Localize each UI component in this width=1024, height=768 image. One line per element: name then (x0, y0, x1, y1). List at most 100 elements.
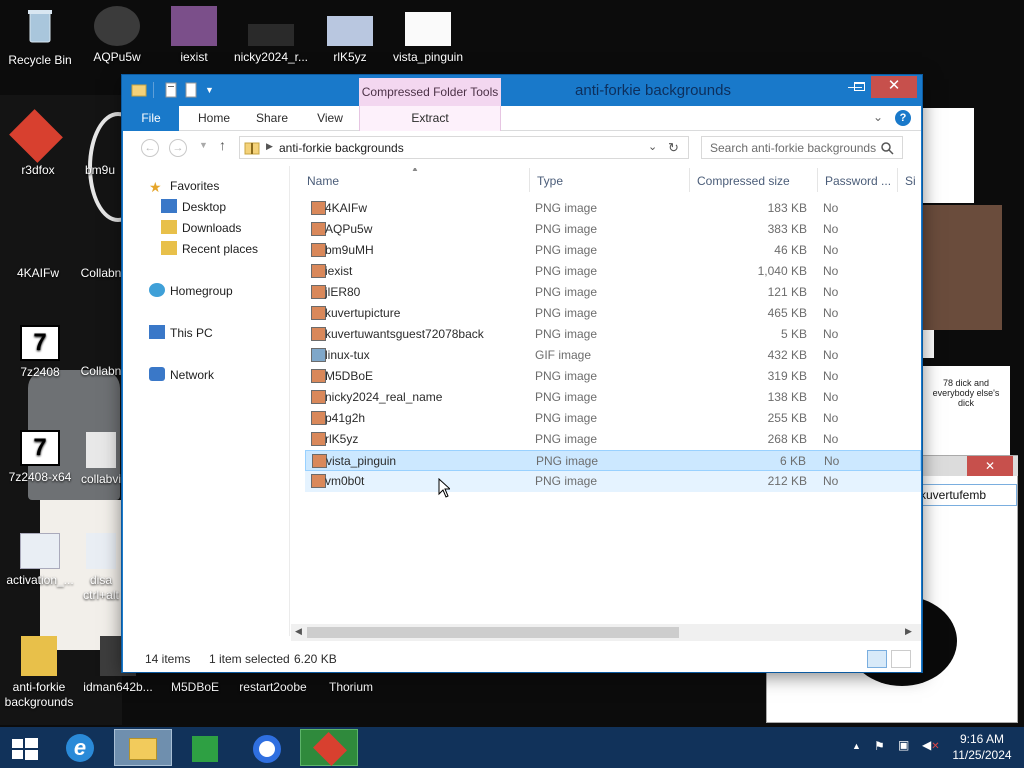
desktop-icon-4kaifw[interactable]: 4KAIFw (0, 250, 78, 281)
file-row[interactable]: AQPu5w PNG image 383 KB No (305, 219, 921, 240)
file-row[interactable]: p41g2h PNG image 255 KB No (305, 408, 921, 429)
column-header-more[interactable]: Si (905, 174, 916, 188)
explorer-window[interactable]: ▼ Compressed Folder Tools anti-forkie ba… (122, 75, 922, 672)
start-button[interactable] (0, 729, 58, 766)
taskbar-internet-explorer[interactable]: e (52, 729, 110, 766)
scroll-right-icon[interactable]: ▶ (905, 626, 912, 637)
nav-this-pc[interactable]: This PC (149, 323, 213, 343)
background-window-close[interactable]: ✕ (967, 456, 1013, 476)
help-icon[interactable]: ? (895, 110, 911, 126)
column-header-name[interactable]: Name (307, 174, 339, 188)
network-status-icon[interactable]: ▣ (898, 738, 909, 752)
horizontal-scrollbar[interactable]: ◀ ▶ (291, 624, 921, 641)
desktop-icon-collabvi[interactable]: collabvi (80, 432, 122, 487)
desktop-icon-recycle-bin[interactable]: Recycle Bin (0, 6, 80, 68)
ribbon-tabs: File Home Share View Extract ⌄ ? (123, 106, 921, 131)
customize-qa-chevron-icon[interactable]: ▼ (205, 82, 221, 98)
desktop-icon-collabn[interactable]: Collabn (80, 250, 122, 281)
desktop-icon-label: Collabn (80, 266, 122, 280)
recent-locations-chevron-icon[interactable]: ▼ (199, 140, 208, 150)
nav-label: Favorites (170, 179, 220, 193)
column-divider[interactable] (897, 168, 898, 192)
file-row[interactable]: M5DBoE PNG image 319 KB No (305, 366, 921, 387)
desktop-icon-label: disa (89, 573, 112, 587)
file-password: No (823, 243, 839, 257)
large-icons-view-icon[interactable] (891, 650, 911, 668)
tab-home[interactable]: Home (189, 106, 239, 131)
settings-gear-icon (20, 533, 60, 569)
nav-downloads[interactable]: Downloads (161, 218, 241, 238)
desktop-icon-7z2408-x64[interactable]: 7 7z2408-x64 (0, 430, 80, 485)
volume-muted-icon[interactable]: ◀✕ (922, 738, 940, 752)
file-row[interactable]: jlER80 PNG image 121 KB No (305, 282, 921, 303)
properties-icon[interactable] (163, 82, 179, 98)
taskbar-browser[interactable] (238, 729, 296, 766)
taskbar-store[interactable] (176, 729, 234, 766)
nav-recent-places[interactable]: Recent places (161, 239, 258, 259)
file-row[interactable]: vm0b0t PNG image 212 KB No (305, 471, 921, 492)
homegroup-icon (149, 283, 165, 297)
file-row[interactable]: rlK5yz PNG image 268 KB No (305, 429, 921, 450)
tab-share[interactable]: Share (247, 106, 297, 131)
scrollbar-thumb[interactable] (307, 627, 679, 638)
address-dropdown-chevron-icon[interactable]: ⌄ (648, 140, 657, 153)
desktop-icon-anti-forkie[interactable]: anti-forkie backgrounds (0, 636, 78, 710)
search-input[interactable]: Search anti-forkie backgrounds (701, 136, 903, 159)
tab-extract[interactable]: Extract (359, 106, 501, 131)
desktop-icon-r3dfox[interactable]: r3dfox (0, 145, 78, 178)
column-divider[interactable] (817, 168, 818, 192)
png-image-file-icon (311, 222, 326, 236)
action-center-flag-icon[interactable]: ⚑ (874, 739, 885, 753)
column-header-password[interactable]: Password ... (825, 174, 891, 188)
background-window-field[interactable]: kuvertufemb (917, 484, 1017, 506)
expand-ribbon-chevron-icon[interactable]: ⌄ (873, 110, 883, 124)
desktop-icon-disa[interactable]: disa ctrl+alt (80, 533, 122, 603)
breadcrumb[interactable]: anti-forkie backgrounds (279, 141, 404, 155)
clock[interactable]: 9:16 AM 11/25/2024 (952, 732, 1012, 762)
new-folder-icon[interactable] (183, 82, 199, 98)
desktop-icon-iexist[interactable]: iexist (154, 6, 234, 65)
desktop-icon-bm9u[interactable]: bm9u (78, 145, 122, 178)
column-header-type[interactable]: Type (537, 174, 563, 188)
file-row[interactable]: kuvertuwantsguest72078back PNG image 5 KB N… (305, 324, 921, 345)
taskbar-r3dfox[interactable] (300, 729, 358, 766)
file-row[interactable]: bm9uMH PNG image 46 KB No (305, 240, 921, 261)
tab-view[interactable]: View (305, 106, 355, 131)
forward-button[interactable]: → (169, 139, 187, 157)
window-titlebar[interactable]: ▼ Compressed Folder Tools anti-forkie ba… (123, 76, 921, 106)
taskbar-file-explorer[interactable] (114, 729, 172, 766)
nav-desktop[interactable]: Desktop (161, 197, 226, 217)
file-row[interactable]: iexist PNG image 1,040 KB No (305, 261, 921, 282)
file-row[interactable]: kuvertupicture PNG image 465 KB No (305, 303, 921, 324)
column-divider[interactable] (689, 168, 690, 192)
column-divider[interactable] (529, 168, 530, 192)
desktop-icon-aqpu5w[interactable]: AQPu5w (77, 6, 157, 65)
desktop-icon-rlk5yz[interactable]: rlK5yz (310, 6, 390, 65)
desktop-icon-collabn-2[interactable]: Collabn (80, 350, 122, 379)
nav-favorites[interactable]: ★ Favorites (149, 176, 289, 196)
nav-network[interactable]: Network (149, 365, 214, 385)
nav-homegroup[interactable]: Homegroup (149, 281, 233, 301)
desktop-icon-activation[interactable]: activation_... (0, 533, 80, 588)
tab-file[interactable]: File (123, 106, 179, 131)
refresh-icon[interactable]: ↻ (668, 140, 679, 156)
show-hidden-icons-chevron-icon[interactable]: ▲ (852, 741, 861, 751)
desktop-icon-nicky2024[interactable]: nicky2024_r... (231, 6, 311, 65)
file-row[interactable]: vista_pinguin PNG image 6 KB No (305, 450, 921, 471)
back-button[interactable]: ← (141, 139, 159, 157)
up-button[interactable]: ↑ (219, 137, 226, 153)
file-type: PNG image (535, 243, 598, 257)
file-row[interactable]: nicky2024_real_name PNG image 138 KB No (305, 387, 921, 408)
pane-splitter[interactable] (289, 166, 290, 636)
details-view-icon[interactable] (867, 650, 887, 668)
file-row[interactable]: 4KAIFw PNG image 183 KB No (305, 198, 921, 219)
file-row[interactable]: linux-tux GIF image 432 KB No (305, 345, 921, 366)
browser-icon (253, 735, 281, 763)
maximize-button[interactable] (845, 76, 873, 98)
address-bar[interactable]: ▶ anti-forkie backgrounds ⌄ ↻ (239, 136, 689, 159)
scroll-left-icon[interactable]: ◀ (295, 626, 302, 637)
close-button[interactable]: ✕ (871, 76, 917, 98)
desktop-icon-vista-pinguin[interactable]: vista_pinguin (388, 6, 468, 65)
column-header-compressed-size[interactable]: Compressed size (697, 174, 790, 188)
desktop-icon-7z2408[interactable]: 7 7z2408 (0, 325, 80, 380)
